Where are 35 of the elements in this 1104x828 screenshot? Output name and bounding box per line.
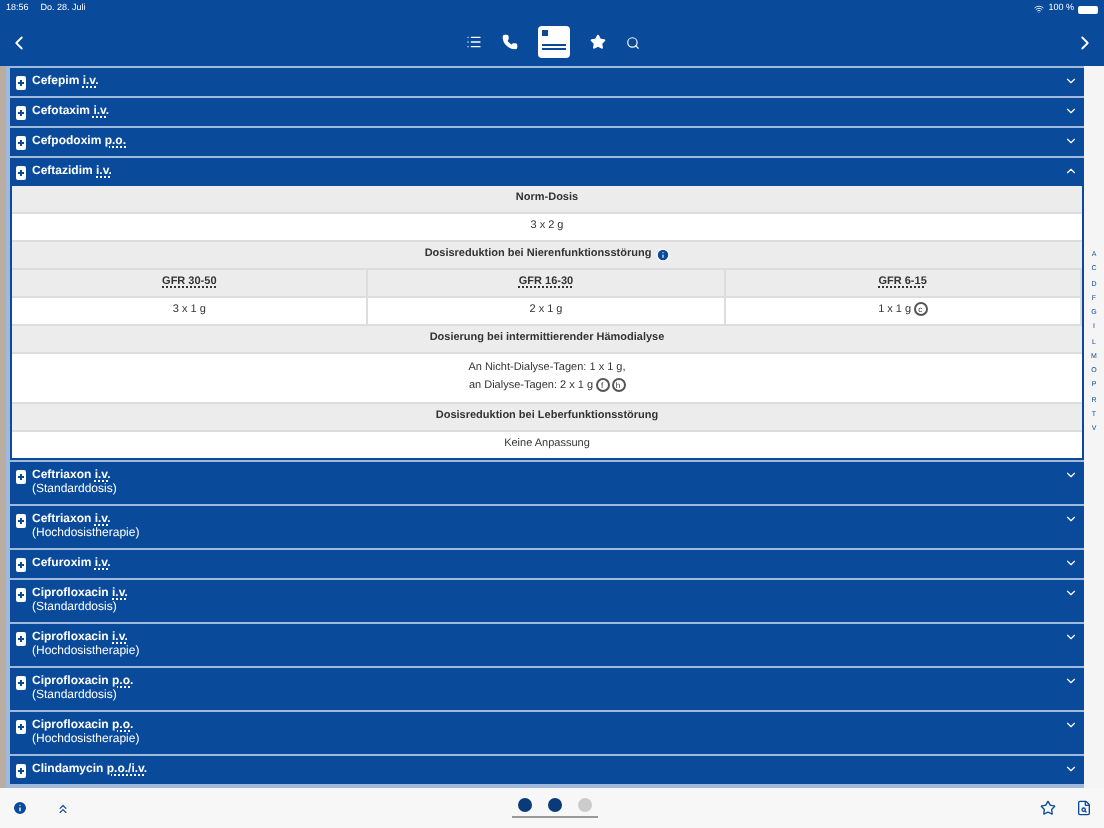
drug-icon: [16, 105, 26, 119]
drug-icon: [16, 675, 26, 689]
drug-icon: [16, 469, 26, 483]
document-search-icon[interactable]: [1076, 800, 1092, 816]
expand-icon[interactable]: [1064, 630, 1078, 644]
expand-icon[interactable]: [1064, 718, 1078, 732]
list-icon[interactable]: [465, 34, 481, 50]
phone-icon[interactable]: [501, 34, 517, 50]
expand-icon[interactable]: [1064, 104, 1078, 118]
scroll-top-icon[interactable]: [56, 801, 70, 815]
expand-icon[interactable]: [1064, 134, 1078, 148]
search-icon[interactable]: [625, 35, 639, 49]
wifi-icon: [1034, 4, 1045, 14]
drug-icon: [16, 75, 26, 89]
info-icon[interactable]: [12, 800, 28, 816]
drug-icon: [16, 719, 26, 733]
drug-icon: [16, 513, 26, 527]
drug-icon: [16, 135, 26, 149]
expand-icon[interactable]: [1064, 762, 1078, 776]
drug-icon: [16, 165, 26, 179]
drug-icon: [16, 631, 26, 645]
expand-icon[interactable]: [1064, 74, 1078, 88]
drug-icon: [16, 557, 26, 571]
battery-icon: [1078, 5, 1098, 13]
expand-icon[interactable]: [1064, 586, 1078, 600]
expand-icon[interactable]: [1064, 468, 1078, 482]
expand-icon[interactable]: [1064, 556, 1078, 570]
drug-icon: [16, 763, 26, 777]
document-icon[interactable]: [537, 26, 569, 58]
expand-icon[interactable]: [1064, 674, 1078, 688]
info-icon[interactable]: [655, 248, 670, 262]
collapse-icon[interactable]: [1064, 164, 1078, 178]
star-icon[interactable]: [1040, 800, 1056, 816]
expand-icon[interactable]: [1064, 512, 1078, 526]
drug-icon: [16, 587, 26, 601]
